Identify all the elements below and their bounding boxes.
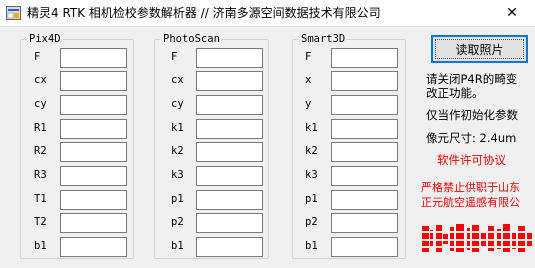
label-smart3d-1: x [305, 74, 312, 86]
input-photoscan-0[interactable] [196, 48, 263, 68]
input-photoscan-1[interactable] [196, 71, 263, 91]
pixel-size-label: 像元尺寸: 2.4um [426, 131, 517, 145]
group-title-pix4d: Pix4D [27, 33, 63, 45]
input-smart3d-1[interactable] [331, 71, 398, 91]
input-pix4d-1[interactable] [60, 71, 127, 91]
group-title-photoscan: PhotoScan [161, 33, 222, 45]
input-smart3d-0[interactable] [331, 48, 398, 68]
input-smart3d-4[interactable] [331, 142, 398, 162]
label-smart3d-6: p1 [305, 193, 318, 205]
label-smart3d-7: p2 [305, 216, 318, 228]
label-pix4d-3: R1 [34, 122, 47, 134]
label-photoscan-4: k2 [171, 145, 184, 157]
input-pix4d-0[interactable] [60, 48, 127, 68]
label-photoscan-7: p2 [171, 216, 184, 228]
window-title: 精灵4 RTK 相机检校参数解析器 // 济南多源空间数据技术有限公司 [27, 6, 381, 20]
label-pix4d-2: cy [34, 98, 47, 110]
label-photoscan-6: p1 [171, 193, 184, 205]
label-photoscan-3: k1 [171, 122, 184, 134]
input-smart3d-8[interactable] [331, 237, 398, 257]
input-photoscan-5[interactable] [196, 166, 263, 186]
label-pix4d-0: F [34, 51, 41, 63]
label-photoscan-8: b1 [171, 240, 184, 252]
input-photoscan-3[interactable] [196, 119, 263, 139]
warning-watermark [418, 224, 535, 252]
label-pix4d-7: T2 [34, 216, 47, 228]
label-photoscan-0: F [171, 51, 178, 63]
label-pix4d-5: R3 [34, 169, 47, 181]
init-only-note: 仅当作初始化参数 [426, 108, 518, 122]
input-smart3d-3[interactable] [331, 119, 398, 139]
input-pix4d-3[interactable] [60, 119, 127, 139]
label-smart3d-5: k3 [305, 169, 318, 181]
input-photoscan-7[interactable] [196, 213, 263, 233]
license-link[interactable]: 软件许可协议 [437, 152, 506, 168]
input-pix4d-6[interactable] [60, 190, 127, 210]
group-title-smart3d: Smart3D [299, 33, 348, 45]
title-bar: 精灵4 RTK 相机检校参数解析器 // 济南多源空间数据技术有限公司 ✕ [0, 0, 535, 27]
restriction-line1: 严格禁止供职于山东 [421, 181, 520, 194]
read-photo-button[interactable]: 读取照片 [431, 35, 528, 63]
label-smart3d-8: b1 [305, 240, 318, 252]
input-pix4d-4[interactable] [60, 142, 127, 162]
label-pix4d-1: cx [34, 74, 47, 86]
input-smart3d-7[interactable] [331, 213, 398, 233]
close-icon[interactable]: ✕ [489, 0, 535, 26]
label-pix4d-4: R2 [34, 145, 47, 157]
close-distortion-note-line2: 改正功能。 [426, 86, 484, 100]
input-pix4d-5[interactable] [60, 166, 127, 186]
input-smart3d-6[interactable] [331, 190, 398, 210]
input-pix4d-2[interactable] [60, 95, 127, 115]
input-photoscan-2[interactable] [196, 95, 263, 115]
label-smart3d-3: k1 [305, 122, 318, 134]
input-pix4d-7[interactable] [60, 213, 127, 233]
input-smart3d-5[interactable] [331, 166, 398, 186]
restriction-line2: 正元航空遥感有限公 [421, 196, 520, 209]
label-photoscan-2: cy [171, 98, 184, 110]
label-smart3d-0: F [305, 51, 312, 63]
input-photoscan-4[interactable] [196, 142, 263, 162]
app-icon [6, 6, 21, 20]
input-photoscan-8[interactable] [196, 237, 263, 257]
label-photoscan-1: cx [171, 74, 184, 86]
label-photoscan-5: k3 [171, 169, 184, 181]
label-pix4d-8: b1 [34, 240, 47, 252]
label-pix4d-6: T1 [34, 193, 47, 205]
label-smart3d-4: k2 [305, 145, 318, 157]
input-photoscan-6[interactable] [196, 190, 263, 210]
input-smart3d-2[interactable] [331, 95, 398, 115]
label-smart3d-2: y [305, 98, 312, 110]
input-pix4d-8[interactable] [60, 237, 127, 257]
